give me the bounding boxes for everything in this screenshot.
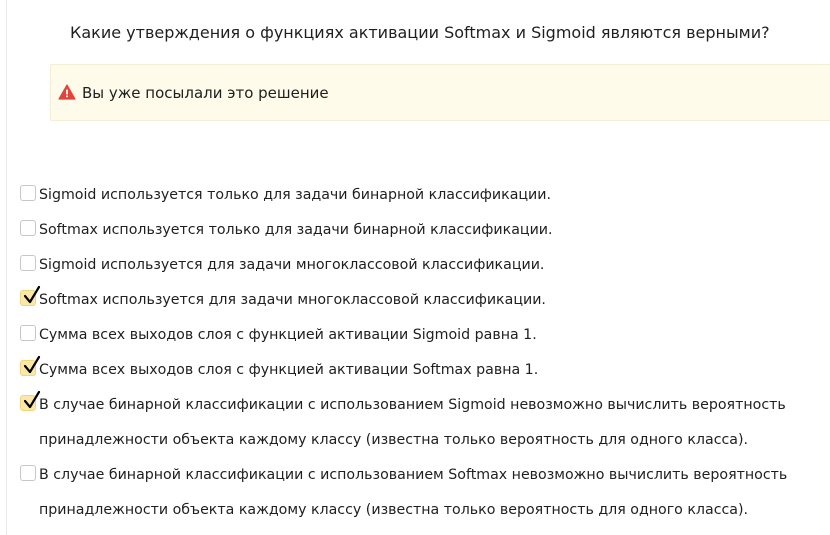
checkmark-icon [23, 355, 41, 374]
option-2[interactable]: Softmax используется только для задачи б… [20, 213, 820, 248]
left-divider [6, 0, 7, 535]
warning-message: Вы уже посылали это решение [82, 84, 329, 102]
option-label: Softmax используется для задачи многокла… [39, 292, 546, 308]
option-label: В случае бинарной классификации с исполь… [39, 467, 788, 518]
option-label: В случае бинарной классификации с исполь… [39, 397, 786, 448]
option-5[interactable]: Сумма всех выходов слоя с функцией актив… [20, 318, 820, 353]
option-label: Сумма всех выходов слоя с функцией актив… [39, 362, 539, 378]
checkbox[interactable] [20, 285, 41, 306]
checkbox[interactable] [20, 220, 36, 236]
checkmark-icon [23, 285, 41, 304]
checkbox[interactable] [20, 465, 36, 481]
option-4[interactable]: Softmax используется для задачи многокла… [20, 283, 820, 318]
option-8[interactable]: В случае бинарной классификации с исполь… [20, 458, 820, 528]
checkbox[interactable] [20, 185, 36, 201]
option-1[interactable]: Sigmoid используется только для задачи б… [20, 178, 820, 213]
option-label: Sigmoid используется для задачи многокла… [39, 257, 545, 273]
option-3[interactable]: Sigmoid используется для задачи многокла… [20, 248, 820, 283]
checkbox[interactable] [20, 390, 41, 411]
option-label: Sigmoid используется только для задачи б… [39, 187, 552, 203]
checkbox[interactable] [20, 255, 36, 271]
warning-triangle-icon [58, 84, 76, 100]
checkbox[interactable] [20, 325, 36, 341]
option-6[interactable]: Сумма всех выходов слоя с функцией актив… [20, 353, 820, 388]
checkmark-icon [23, 390, 41, 409]
answer-options: Sigmoid используется только для задачи б… [20, 178, 820, 528]
option-label: Сумма всех выходов слоя с функцией актив… [39, 327, 537, 343]
question-text: Какие утверждения о функциях активации S… [70, 23, 770, 42]
checkbox[interactable] [20, 355, 41, 376]
option-label: Softmax используется только для задачи б… [39, 222, 553, 238]
option-7[interactable]: В случае бинарной классификации с исполь… [20, 388, 820, 458]
warning-banner: Вы уже посылали это решение [50, 64, 830, 121]
